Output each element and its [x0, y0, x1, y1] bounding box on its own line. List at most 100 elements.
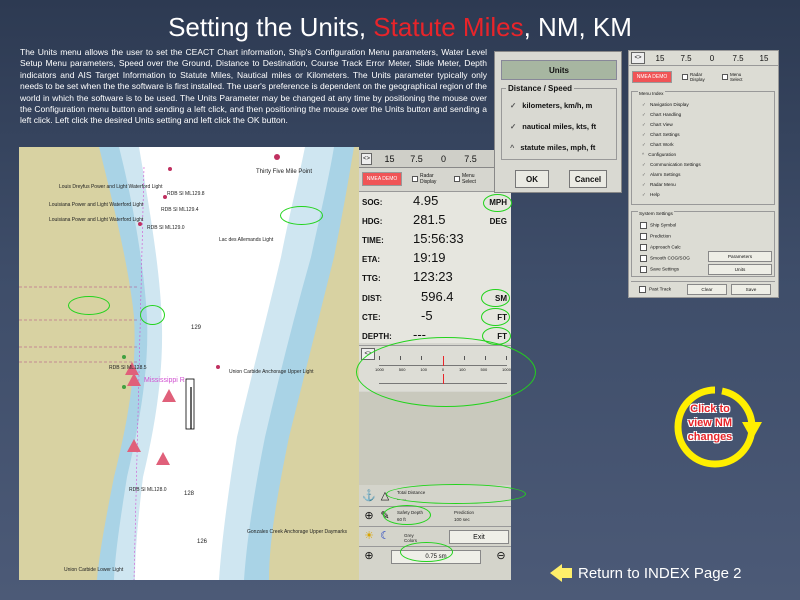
config-radar-checkbox[interactable] [682, 74, 688, 80]
highlight-ellipse [356, 337, 536, 407]
chart-label: Mississippi R [144, 377, 185, 384]
menu-select-label: Menu Select [462, 173, 476, 185]
dist-label: DIST: [362, 294, 382, 303]
cte-value: -5 [421, 308, 433, 323]
ttg-value: 123:23 [413, 269, 453, 284]
menu-index-label: Menu Index [638, 91, 665, 96]
units-dialog: Units Distance / Speed ✓ kilometers, km/h… [494, 51, 622, 193]
menu-item-chart-settings[interactable]: ✓ Chart Settings [642, 132, 680, 138]
nav-data-row: HDG: 281.5 DEG [359, 211, 511, 231]
past-track-row: Past Track Clear Save [631, 281, 775, 295]
sun-icon[interactable]: ☀ [361, 529, 377, 545]
ok-button[interactable]: OK [515, 170, 549, 188]
scale-values: 15 7.5 0 7.5 1 [376, 154, 511, 164]
moon-icon[interactable]: ☾ [377, 529, 393, 545]
radar-checkbox[interactable] [412, 176, 418, 182]
parameters-button[interactable]: Parameters [708, 251, 772, 262]
menu-item-chart-work[interactable]: ✓ Chart Work [642, 142, 674, 148]
scale-toggle-button[interactable]: <> [361, 152, 372, 165]
check-icon: ✓ [510, 122, 517, 131]
config-scale-toggle[interactable]: <> [631, 52, 645, 64]
zoom-out-icon[interactable]: ⊖ [493, 549, 509, 565]
title-highlight: Statute Miles [373, 12, 524, 42]
highlight-ellipse [383, 505, 431, 525]
highlight-ellipse [400, 542, 453, 562]
highlight-ellipse [280, 206, 323, 225]
config-menu-label: Menu Select [730, 72, 743, 82]
menu-item-radar-menu[interactable]: ✓ Radar Menu [642, 182, 676, 188]
nautical-miles-label: nautical miles, kts, ft [522, 122, 597, 131]
units-button[interactable]: Units [708, 264, 772, 275]
chart-label: Union Carbide Lower Light [64, 567, 124, 573]
ship-symbol-checkbox[interactable]: Ship Symbol [640, 222, 676, 229]
scale-value: 15 [655, 53, 665, 63]
chart-label: RDB SI ML129.8 [167, 191, 205, 197]
menu-item-navigation-display[interactable]: ✓ Navigation Display [642, 102, 689, 108]
configuration-panel: <> 15 7.5 0 7.5 15 NMEA DEMO Radar Displ… [628, 50, 779, 298]
depth-label: DEPTH: [362, 332, 392, 341]
zoom-in-icon[interactable]: ⊕ [361, 549, 377, 565]
menu-item-chart-view[interactable]: ✓ Chart View [642, 122, 673, 128]
page-title: Setting the Units, Statute Miles, NM, KM [0, 12, 800, 43]
sog-value: 4.95 [413, 193, 439, 208]
chart-point-label: Thirty Five Mile Point [256, 169, 313, 175]
dist-value: 596.4 [421, 289, 454, 304]
past-track-checkbox[interactable]: Past Track [639, 286, 671, 293]
cancel-button[interactable]: Cancel [569, 170, 607, 188]
hdg-value: 281.5 [413, 212, 446, 227]
nautical-miles-option[interactable]: ✓ nautical miles, kts, ft [510, 122, 596, 131]
kilometers-option[interactable]: ✓ kilometers, km/h, m [510, 101, 592, 110]
view-nm-changes-button[interactable]: Click to view NM changes [660, 382, 770, 472]
highlight-ellipse [386, 484, 526, 504]
statute-miles-option[interactable]: ^ statute miles, mph, ft [510, 143, 595, 152]
menu-item-help[interactable]: ✓ Help [642, 192, 660, 198]
config-radar-label: Radar Display [690, 72, 705, 82]
scale-value: 7.5 [732, 53, 744, 63]
time-value: 15:56:33 [413, 231, 464, 246]
title-prefix: Setting the Units, [168, 12, 374, 42]
menu-select-checkbox[interactable] [454, 176, 460, 182]
menu-item-communication-settings[interactable]: ✓ Communication Settings [642, 162, 701, 168]
highlight-ellipse [140, 305, 165, 325]
compass-icon[interactable]: ⊕ [361, 509, 377, 525]
kilometers-label: kilometers, km/h, m [522, 101, 593, 110]
ttg-label: TTG: [362, 274, 381, 283]
exit-button[interactable]: Exit [449, 530, 509, 544]
statute-miles-label: statute miles, mph, ft [520, 143, 596, 152]
menu-item-alarm-settings[interactable]: ✓ Alarm Settings [642, 172, 680, 178]
distance-speed-label: Distance / Speed [506, 84, 575, 93]
approach-calc-checkbox[interactable]: Approach Calc [640, 244, 681, 251]
chart-label: RDB SI ML128.5 [109, 365, 147, 371]
prediction-checkbox[interactable]: Prediction [640, 233, 671, 240]
view-nm-changes-label: Click to view NM changes [687, 403, 733, 443]
return-index-button[interactable]: Return to INDEX Page 2 [550, 562, 790, 584]
prediction-value: 100 sec [454, 517, 470, 522]
title-suffix: , NM, KM [523, 12, 632, 42]
nav-data-row: TTG: 123:23 [359, 268, 511, 288]
save-settings-checkbox[interactable]: Save Settings [640, 266, 679, 273]
hdg-unit: DEG [489, 217, 507, 226]
time-label: TIME: [362, 236, 384, 245]
chart-label: RDB SI ML129.4 [161, 207, 199, 213]
selected-arrow-icon: ^ [510, 143, 515, 152]
nmea-demo-button[interactable]: NMEA DEMO [362, 172, 402, 186]
scale-value: 15 [759, 53, 769, 63]
nav-data-row: TIME: 15:56:33 [359, 230, 511, 250]
config-menu-checkbox[interactable] [722, 74, 728, 80]
save-button[interactable]: Save [731, 284, 771, 295]
system-settings-label: System Settings [638, 211, 674, 216]
menu-item-configuration[interactable]: ^ Configuration [642, 152, 676, 157]
anchor-icon[interactable]: ⚓ [361, 489, 377, 505]
chart-label: Louisiana Power and Light Waterford Ligh… [49, 217, 144, 223]
highlight-ellipse [68, 296, 110, 315]
highlight-ellipse [481, 289, 510, 307]
smooth-cog-sog-checkbox[interactable]: Smooth COG/SOG [640, 255, 690, 262]
chart-label: Louis Dreyfus Power and Light Waterford … [59, 184, 163, 190]
clear-button[interactable]: Clear [687, 284, 727, 295]
eta-value: 19:19 [413, 250, 446, 265]
intro-text: The Units menu allows the user to set th… [20, 47, 487, 126]
return-index-label: Return to INDEX Page 2 [578, 564, 742, 582]
scale-value: 0 [709, 53, 715, 63]
config-nmea-button[interactable]: NMEA DEMO [632, 71, 672, 83]
menu-item-chart-handling[interactable]: ✓ Chart Handling [642, 112, 681, 118]
